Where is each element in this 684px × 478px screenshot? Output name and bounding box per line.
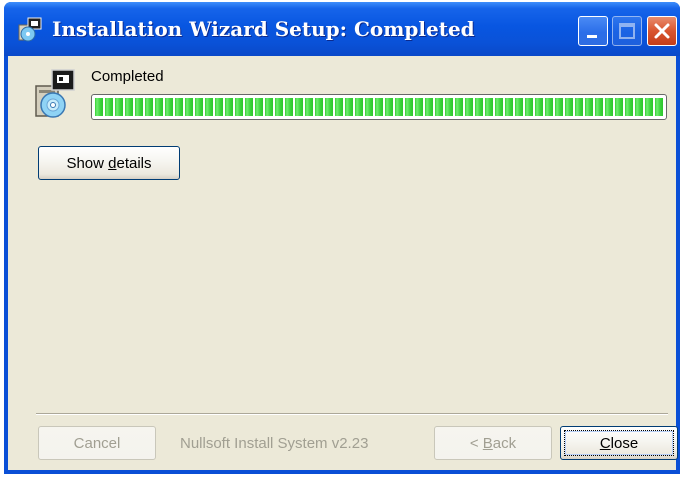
wizard-body: Completed Show details Cancel Nullsoft I… <box>8 56 678 470</box>
progress-bar <box>91 94 667 120</box>
progress-fill <box>95 98 663 116</box>
title-bar[interactable]: Installation Wizard Setup: Completed <box>4 2 680 56</box>
minimize-icon <box>587 35 597 38</box>
branding-text: Nullsoft Install System v2.23 <box>180 435 369 452</box>
status-label: Completed <box>91 68 164 85</box>
maximize-icon <box>619 23 635 39</box>
cancel-button: Cancel <box>38 426 156 460</box>
maximize-button <box>612 16 642 46</box>
installer-icon <box>35 69 75 118</box>
show-details-label: Show details <box>66 154 152 172</box>
cancel-label: Cancel <box>73 434 121 452</box>
installer-icon <box>18 17 42 42</box>
close-button[interactable]: Close <box>560 426 678 460</box>
window-title: Installation Wizard Setup: Completed <box>52 17 475 41</box>
installer-window: Installation Wizard Setup: Completed Com… <box>4 2 680 474</box>
minimize-button[interactable] <box>578 16 608 46</box>
show-details-button[interactable]: Show details <box>38 146 180 180</box>
close-window-button[interactable] <box>647 16 677 46</box>
close-icon <box>654 23 670 39</box>
back-label: < Back <box>469 434 517 452</box>
button-divider <box>36 413 668 415</box>
back-button: < Back <box>434 426 552 460</box>
focus-rect <box>564 430 674 456</box>
